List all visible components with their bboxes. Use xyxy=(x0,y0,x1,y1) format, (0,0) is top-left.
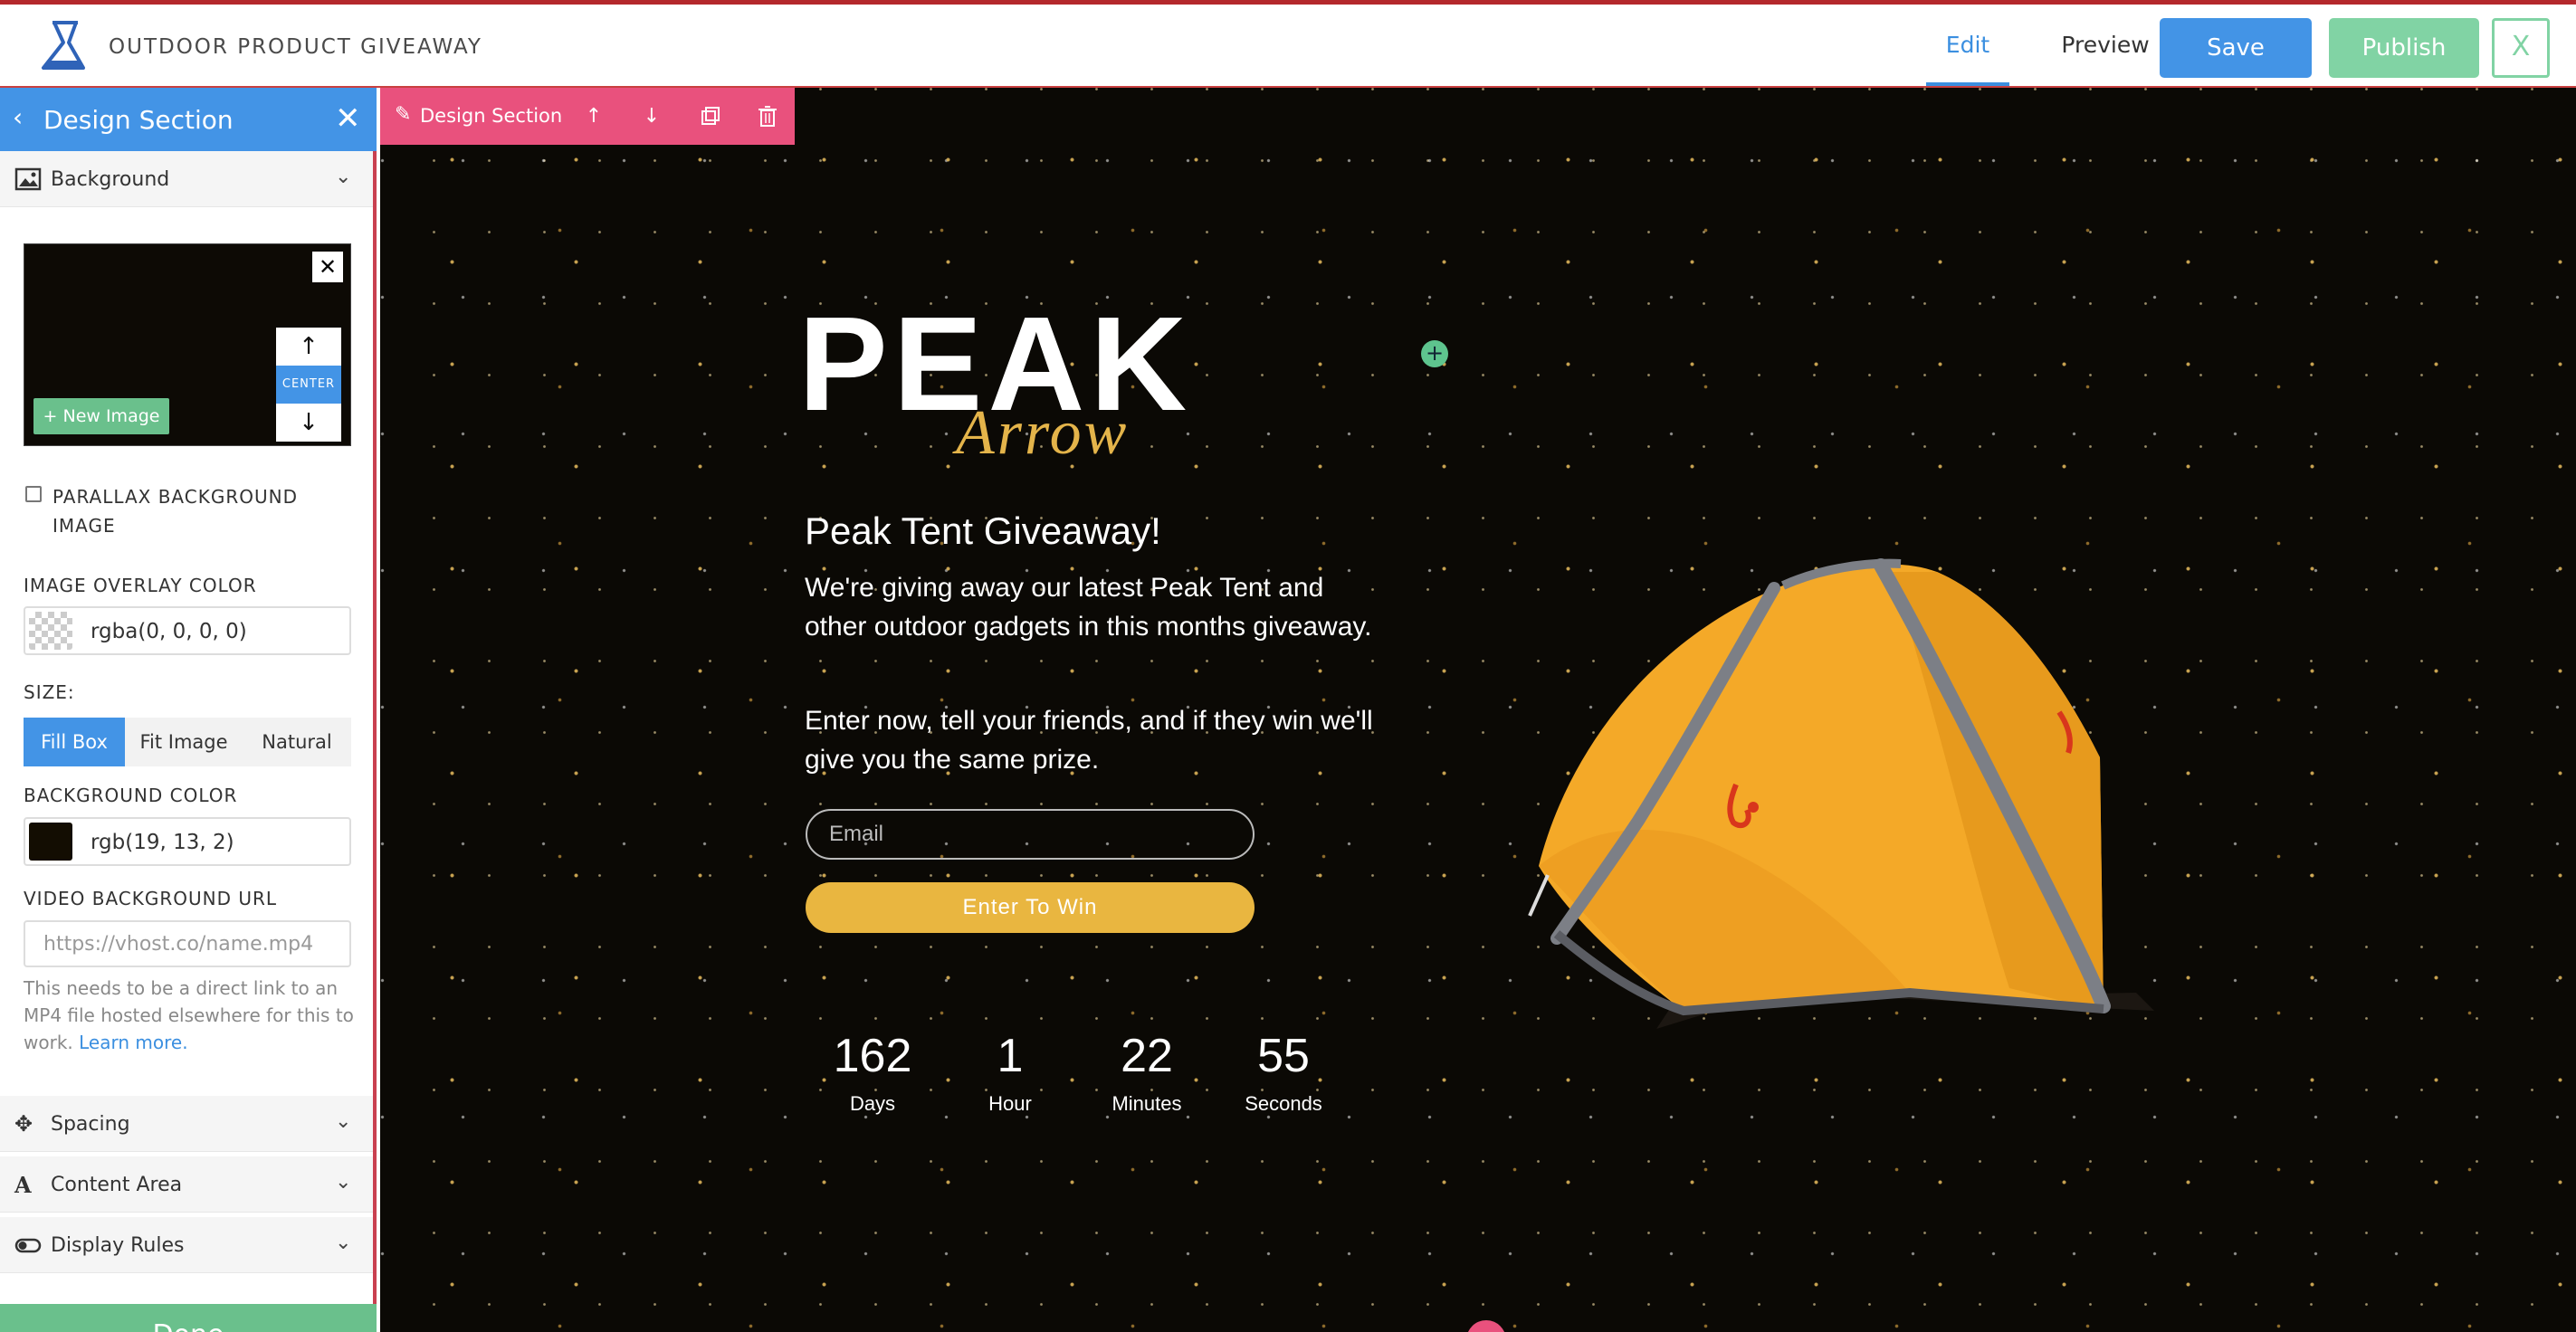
overlay-color-label: IMAGE OVERLAY COLOR xyxy=(24,575,257,596)
countdown-minutes-label: Minutes xyxy=(1111,1092,1182,1115)
size-natural[interactable]: Natural xyxy=(243,718,351,766)
tab-preview[interactable]: Preview xyxy=(2033,32,2178,58)
trash-icon[interactable] xyxy=(751,100,784,133)
size-fit-image[interactable]: Fit Image xyxy=(125,718,243,766)
move-up-icon[interactable]: ↑ xyxy=(577,100,610,133)
done-button[interactable]: Done xyxy=(0,1304,377,1332)
section-toolbar: ✎ Design Section ↑ ↓ xyxy=(380,88,795,145)
help-text: This needs to be a direct link to an MP4… xyxy=(24,977,354,1053)
size-label: SIZE: xyxy=(24,681,75,703)
remove-image-button[interactable]: ✕ xyxy=(312,252,343,282)
enter-to-win-button[interactable]: Enter To Win xyxy=(806,882,1255,933)
email-field[interactable] xyxy=(806,809,1255,860)
position-up-arrow-icon[interactable]: ↑ xyxy=(276,328,341,366)
accordion-label: Background xyxy=(51,168,170,191)
countdown-seconds-value: 55 xyxy=(1257,1030,1310,1082)
move-arrows-icon: ✥ xyxy=(14,1111,33,1137)
page-canvas[interactable]: ✎ Design Section ↑ ↓ PEAK Arrow + Peak T… xyxy=(380,88,2576,1332)
size-fill-box[interactable]: Fill Box xyxy=(24,718,125,766)
accordion-background[interactable]: Background ⌄ xyxy=(0,151,373,207)
parallax-label: PARALLAX BACKGROUND IMAGE xyxy=(52,486,298,537)
size-toggle-group: Fill Box Fit Image Natural xyxy=(24,718,351,766)
video-url-label: VIDEO BACKGROUND URL xyxy=(24,888,278,909)
duplicate-icon[interactable] xyxy=(693,100,726,133)
countdown-hours-label: Hour xyxy=(988,1092,1032,1115)
publish-button[interactable]: Publish xyxy=(2329,18,2479,78)
chevron-down-icon: ⌄ xyxy=(335,1232,352,1254)
countdown-seconds-label: Seconds xyxy=(1245,1092,1322,1115)
accordion-label: Spacing xyxy=(51,1113,130,1136)
design-sidebar: ‹ Design Section ✕ Background ⌄ ✕ ↑ CENT… xyxy=(0,88,377,1332)
back-chevron-icon[interactable]: ‹ xyxy=(13,102,23,132)
add-element-icon[interactable]: + xyxy=(1421,340,1448,367)
overlay-color-field[interactable]: rgba(0, 0, 0, 0) xyxy=(24,606,351,655)
page-title[interactable]: Peak Tent Giveaway! xyxy=(805,509,1161,553)
countdown-days-value: 162 xyxy=(833,1030,912,1082)
exit-button[interactable]: X xyxy=(2492,18,2550,78)
background-image-preview: ✕ ↑ CENTER ↓ + New Image xyxy=(24,243,351,446)
accordion-label: Display Rules xyxy=(51,1234,185,1257)
overlay-color-value: rgba(0, 0, 0, 0) xyxy=(91,620,247,643)
toggle-icon xyxy=(14,1238,42,1253)
image-icon xyxy=(14,167,42,191)
countdown-hours-value: 1 xyxy=(997,1030,1024,1082)
video-url-input[interactable] xyxy=(24,920,351,967)
move-down-icon[interactable]: ↓ xyxy=(635,100,668,133)
parallax-checkbox[interactable] xyxy=(25,486,42,502)
tab-edit[interactable]: Edit xyxy=(1926,32,2009,86)
save-button[interactable]: Save xyxy=(2160,18,2312,78)
bg-color-field[interactable]: rgb(19, 13, 2) xyxy=(24,817,351,866)
learn-more-link[interactable]: Learn more. xyxy=(79,1032,187,1053)
close-icon[interactable]: ✕ xyxy=(335,100,361,137)
position-down-arrow-icon[interactable]: ↓ xyxy=(276,404,341,442)
sidebar-title: Design Section xyxy=(43,105,234,135)
accordion-spacing[interactable]: ✥ Spacing ⌄ xyxy=(0,1096,373,1152)
tent-product-image[interactable] xyxy=(1503,486,2172,1047)
brand-logo-script[interactable]: Arrow xyxy=(956,397,1129,470)
add-section-button[interactable] xyxy=(1466,1320,1506,1332)
transparent-swatch[interactable] xyxy=(29,612,72,650)
position-center-label[interactable]: CENTER xyxy=(276,366,341,404)
bg-color-value: rgb(19, 13, 2) xyxy=(91,831,234,854)
countdown-minutes-value: 22 xyxy=(1121,1030,1173,1082)
countdown-days-label: Days xyxy=(849,1092,896,1115)
app-title: OUTDOOR PRODUCT GIVEAWAY xyxy=(109,35,482,59)
accordion-display-rules[interactable]: Display Rules ⌄ xyxy=(0,1217,373,1273)
paint-brush-icon[interactable]: ✎ xyxy=(395,103,411,126)
bg-color-label: BACKGROUND COLOR xyxy=(24,785,238,806)
chevron-down-icon: ⌄ xyxy=(335,166,352,188)
intro-paragraph[interactable]: We're giving away our latest Peak Tent a… xyxy=(805,568,1375,646)
accordion-label: Content Area xyxy=(51,1174,183,1196)
accordion-content-area[interactable]: A Content Area ⌄ xyxy=(0,1156,373,1213)
chevron-down-icon: ⌄ xyxy=(335,1110,352,1133)
app-header: OUTDOOR PRODUCT GIVEAWAY Edit Preview Sa… xyxy=(0,5,2576,88)
video-help-text: This needs to be a direct link to an MP4… xyxy=(24,975,358,1056)
chevron-down-icon: ⌄ xyxy=(335,1171,352,1194)
font-a-icon: A xyxy=(14,1172,32,1198)
cta-paragraph[interactable]: Enter now, tell your friends, and if the… xyxy=(805,701,1375,779)
bg-color-swatch[interactable] xyxy=(29,823,72,861)
new-image-button[interactable]: + New Image xyxy=(33,398,169,434)
flask-icon[interactable] xyxy=(36,17,91,73)
sidebar-header: ‹ Design Section ✕ xyxy=(0,88,377,151)
section-toolbar-label[interactable]: Design Section xyxy=(420,105,562,127)
